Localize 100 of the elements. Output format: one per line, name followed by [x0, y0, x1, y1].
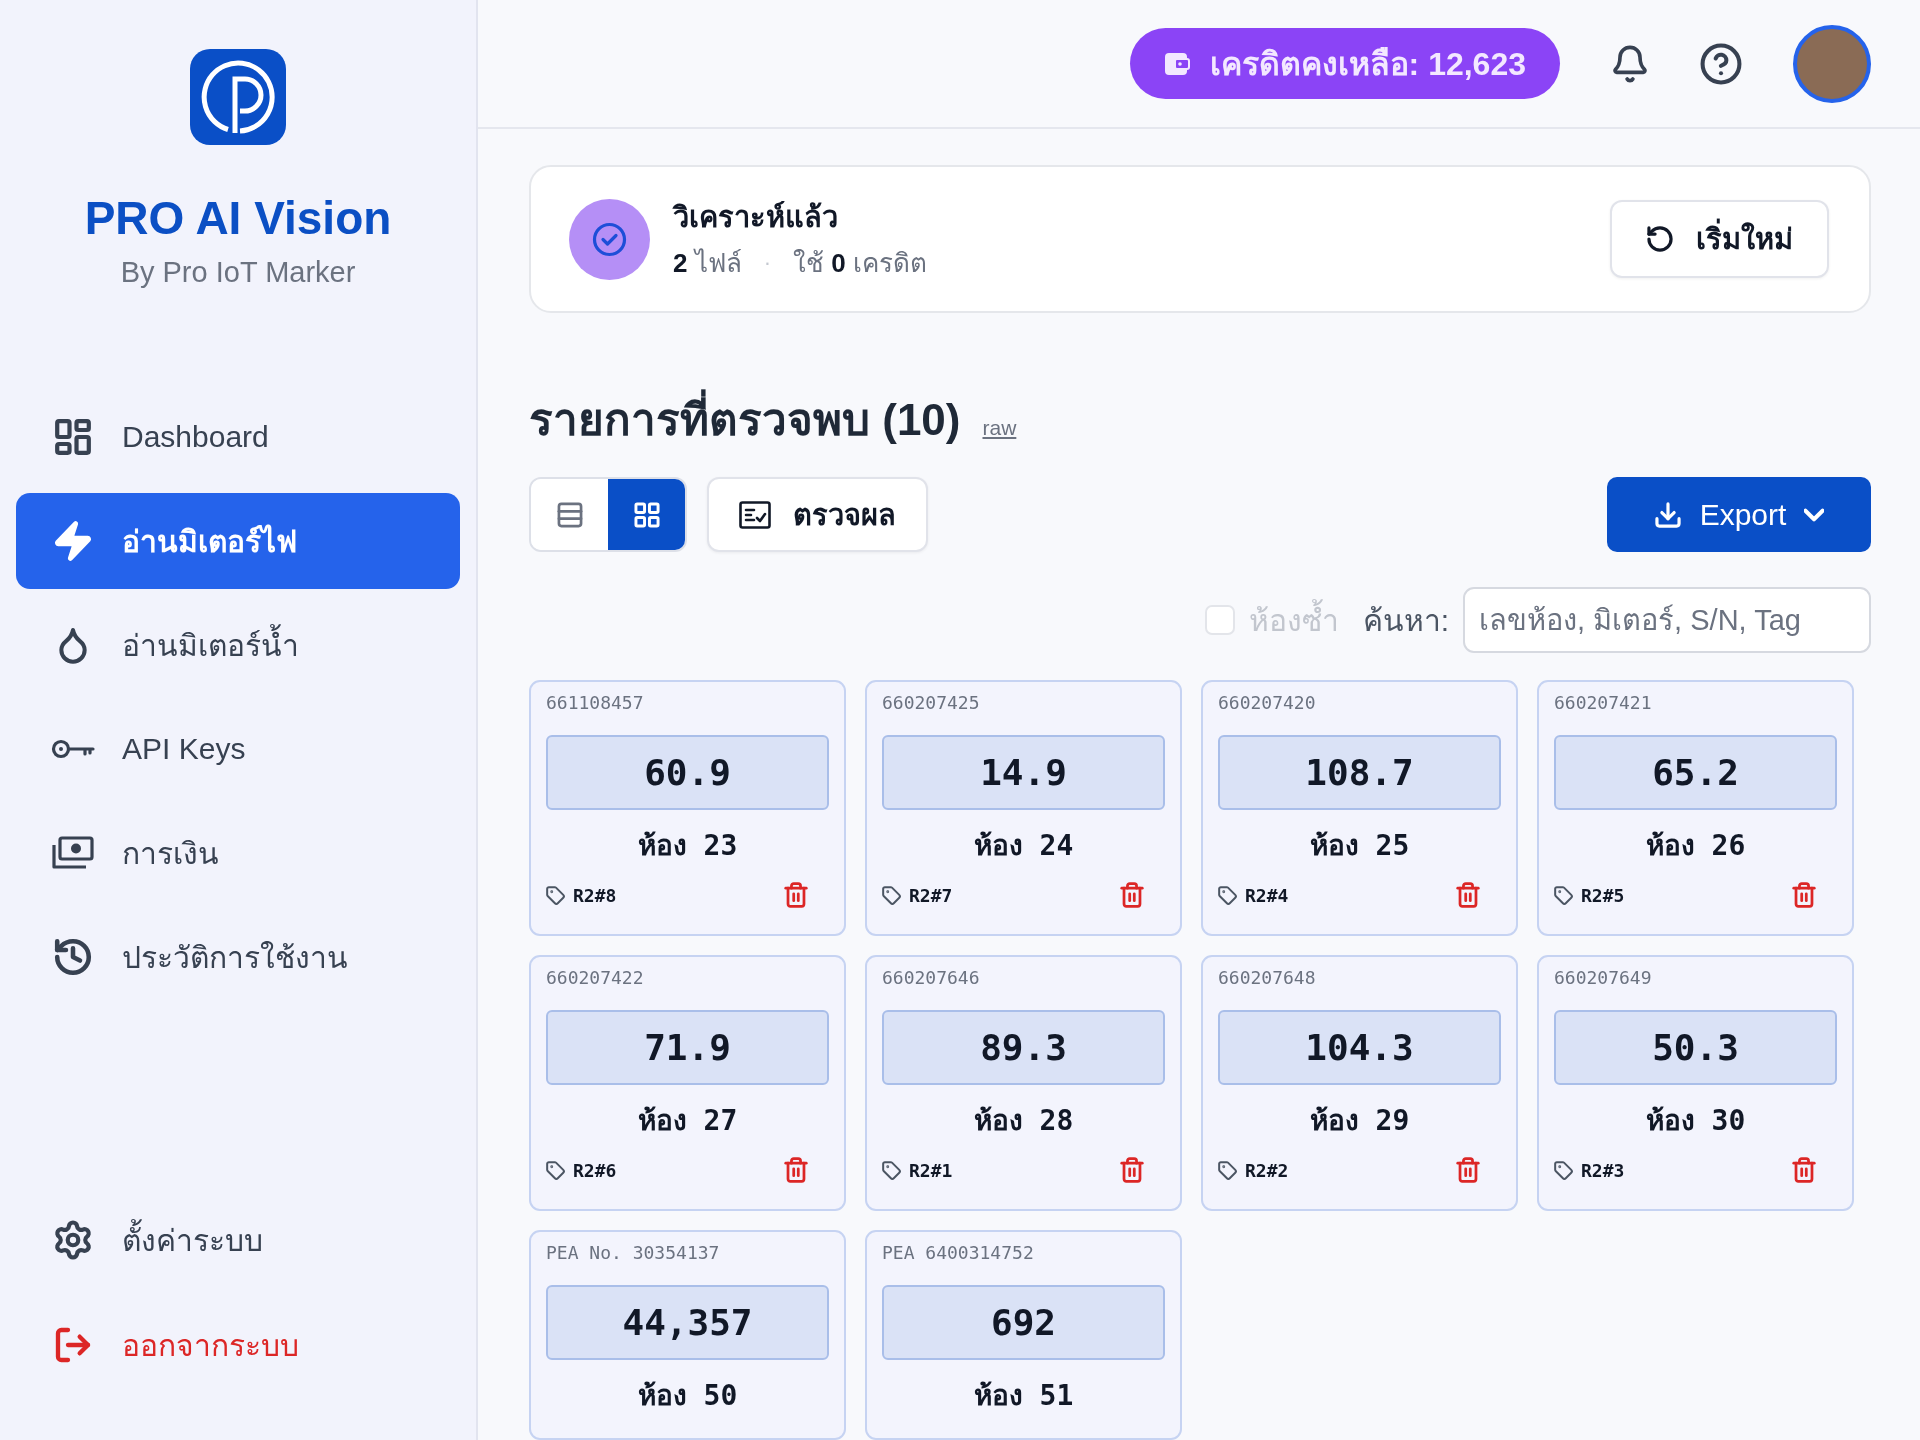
room-label: ห้อง 29 — [1308, 1103, 1411, 1139]
tag-icon — [1554, 885, 1573, 905]
raw-link[interactable]: raw — [982, 416, 1017, 440]
trash-icon — [1455, 882, 1481, 908]
delete-button[interactable] — [1791, 882, 1817, 908]
list-icon — [555, 500, 584, 529]
tag-label: R2#8 — [573, 884, 617, 906]
room-label: ห้อง 27 — [636, 1103, 739, 1139]
export-button[interactable]: Export — [1607, 477, 1871, 552]
serial-number: 660207422 — [546, 966, 645, 990]
nav-item[interactable]: API Keys — [16, 701, 460, 797]
room-label: ห้อง 51 — [972, 1378, 1075, 1414]
meter-reading: 692 — [882, 1285, 1165, 1360]
room-label: ห้อง 30 — [1644, 1103, 1747, 1139]
delete-button[interactable] — [1455, 882, 1481, 908]
room-label: ห้อง 23 — [636, 828, 739, 864]
nav-item[interactable]: ตั้งค่าระบบ — [16, 1192, 460, 1288]
settings-icon — [53, 1220, 93, 1260]
nav-item[interactable]: อ่านมิเตอร์น้ำ — [16, 597, 460, 693]
rotate-icon — [1646, 225, 1674, 253]
logout-link[interactable]: ออกจากระบบ — [16, 1297, 460, 1393]
lightning-icon — [52, 520, 94, 562]
search-field[interactable]: เลขห้อง, มิเตอร์, S/N, Tag — [1463, 587, 1871, 653]
trash-icon — [1119, 882, 1145, 908]
delete-button[interactable] — [1119, 882, 1145, 908]
room-label: ห้อง 50 — [636, 1378, 739, 1414]
room-label: ห้อง 25 — [1308, 828, 1411, 864]
tag-icon — [882, 1160, 901, 1180]
tag-icon — [882, 885, 901, 905]
trash-icon — [783, 882, 809, 908]
meter-reading: 50.3 — [1554, 1010, 1837, 1085]
meter-reading: 14.9 — [882, 735, 1165, 810]
tag-icon — [1218, 1160, 1237, 1180]
meter-reading: 44,357 — [546, 1285, 829, 1360]
delete-button[interactable] — [783, 882, 809, 908]
serial-number: 660207421 — [1554, 691, 1653, 715]
checklist-icon — [739, 500, 771, 529]
logout-icon — [54, 1326, 92, 1364]
meter-reading: 104.3 — [1218, 1010, 1501, 1085]
meter-reading: 71.9 — [546, 1010, 829, 1085]
delete-button[interactable] — [783, 1157, 809, 1183]
bell-icon[interactable] — [1611, 44, 1649, 83]
meter-reading: 60.9 — [546, 735, 829, 810]
trash-icon — [783, 1157, 809, 1183]
tag-label: R2#4 — [1245, 884, 1289, 906]
brand-subtitle: By Pro IoT Marker — [120, 255, 356, 290]
wallet-icon — [1163, 51, 1190, 76]
room-label: ห้อง 24 — [972, 828, 1075, 864]
download-icon — [1653, 500, 1682, 529]
search-label: ค้นหา: — [1362, 602, 1449, 639]
cash-icon — [52, 836, 94, 870]
credit-usage: ใช้ 0 เครดิต — [793, 247, 927, 280]
meter-reading: 65.2 — [1554, 735, 1837, 810]
tag-label: R2#2 — [1245, 1159, 1289, 1181]
delete-button[interactable] — [1791, 1157, 1817, 1183]
serial-number: 660207646 — [882, 966, 981, 990]
tag-icon — [1554, 1160, 1573, 1180]
nav-item[interactable]: อ่านมิเตอร์ไฟ — [16, 493, 460, 589]
key-icon — [51, 738, 95, 760]
credit-balance: เครดิตคงเหลือ: 12,623 — [1209, 45, 1526, 84]
dashboard-icon — [53, 417, 93, 457]
delete-button[interactable] — [1455, 1157, 1481, 1183]
tag-label: R2#7 — [909, 884, 953, 906]
serial-number: 660207420 — [1218, 691, 1317, 715]
review-button[interactable]: ตรวจผล — [707, 477, 928, 552]
tag-icon — [546, 885, 565, 905]
trash-icon — [1791, 882, 1817, 908]
trash-icon — [1791, 1157, 1817, 1183]
restart-button[interactable]: เริ่มใหม่ — [1610, 200, 1829, 278]
help-icon[interactable] — [1700, 42, 1742, 85]
meter-reading: 89.3 — [882, 1010, 1165, 1085]
history-icon — [53, 937, 93, 977]
tag-icon — [546, 1160, 565, 1180]
tag-label: R2#5 — [1581, 884, 1625, 906]
nav-item[interactable]: Dashboard — [16, 389, 460, 485]
room-label: ห้อง 28 — [972, 1103, 1075, 1139]
file-count: 2 ไฟล์ — [673, 247, 742, 280]
brand-title: PRO AI Vision — [84, 191, 392, 246]
separator: · — [763, 249, 772, 277]
check-circle-icon — [569, 198, 650, 280]
nav-item[interactable]: ประวัติการใช้งาน — [16, 909, 460, 1005]
tag-label: R2#6 — [573, 1159, 617, 1181]
tag-label: R2#1 — [909, 1159, 953, 1181]
serial-number: 660207425 — [882, 691, 981, 715]
serial-number: 661108457 — [546, 691, 645, 715]
grid-view-button[interactable] — [608, 479, 685, 550]
meter-reading: 108.7 — [1218, 735, 1501, 810]
nav-item[interactable]: การเงิน — [16, 805, 460, 901]
logo-icon — [190, 49, 286, 145]
trash-icon — [1455, 1157, 1481, 1183]
tag-label: R2#3 — [1581, 1159, 1625, 1181]
room-label: ห้อง 26 — [1644, 828, 1747, 864]
serial-number: PEA No. 30354137 — [546, 1241, 721, 1265]
list-view-button[interactable] — [531, 479, 608, 550]
trash-icon — [1119, 1157, 1145, 1183]
tag-icon — [1218, 885, 1237, 905]
delete-button[interactable] — [1119, 1157, 1145, 1183]
serial-number: PEA 6400314752 — [882, 1241, 1035, 1265]
serial-number: 660207648 — [1218, 966, 1317, 990]
grid-icon — [632, 500, 661, 529]
